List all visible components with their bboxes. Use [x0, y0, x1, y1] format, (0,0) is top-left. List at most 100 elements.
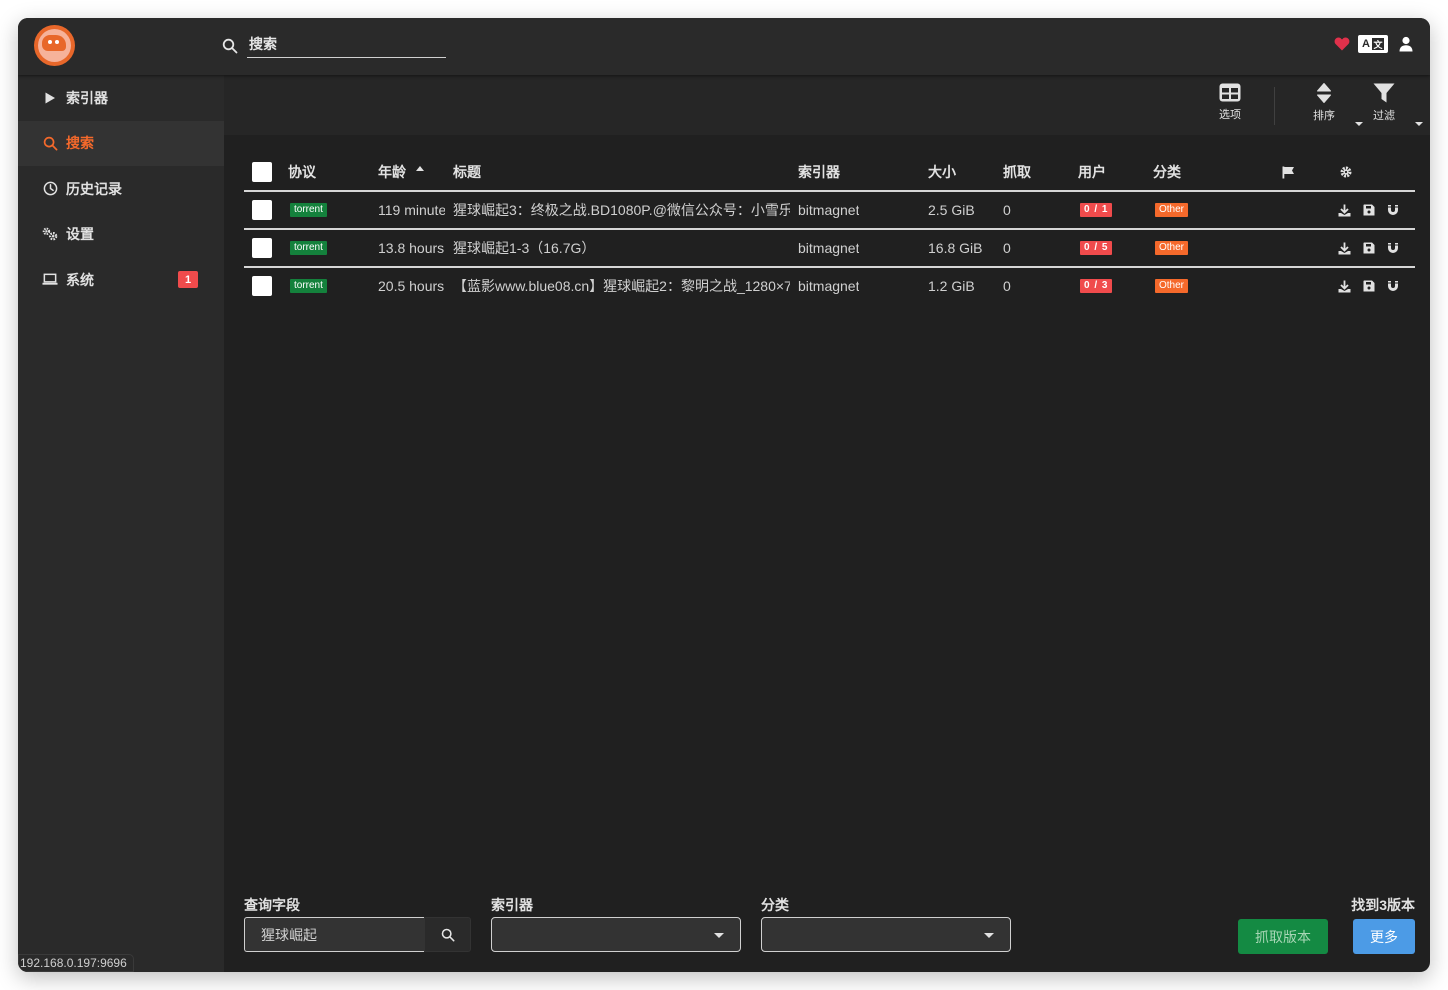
protocol-badge: torrent — [290, 203, 327, 217]
peers-badge: 0 / 1 — [1080, 203, 1113, 217]
save-icon[interactable] — [1363, 204, 1375, 216]
column-indexer[interactable]: 索引器 — [798, 154, 840, 190]
global-search-input[interactable]: 搜索 — [247, 34, 446, 58]
table-icon — [1219, 83, 1241, 102]
sidebar-item-label: 设置 — [66, 226, 94, 243]
gear-icon — [1340, 166, 1352, 178]
global-search: 搜索 — [222, 34, 446, 58]
table-options-button[interactable] — [1340, 154, 1352, 190]
clock-icon — [43, 181, 57, 196]
heart-icon[interactable] — [1334, 37, 1350, 51]
load-more-button[interactable]: 更多 — [1353, 919, 1415, 954]
grab-releases-button[interactable]: 抓取版本 — [1238, 919, 1328, 954]
releases-table: 协议 年龄 标题 索引器 大小 抓取 用户 分类 torrent 119 min… — [244, 154, 1415, 306]
filter-label: 过滤 — [1373, 110, 1395, 122]
sidebar-item-settings[interactable]: 设置 — [18, 212, 224, 258]
results-count: 找到3版本 — [1351, 897, 1415, 913]
indexer-filter-label: 索引器 — [491, 897, 533, 913]
sidebar-item-system[interactable]: 系统 1 — [18, 257, 224, 303]
sort-label: 排序 — [1313, 110, 1335, 122]
category-badge: Other — [1155, 203, 1189, 217]
save-icon[interactable] — [1363, 280, 1375, 292]
category-badge: Other — [1155, 241, 1189, 255]
column-grabs[interactable]: 抓取 — [1003, 154, 1031, 190]
size-cell: 2.5 GiB — [928, 202, 975, 218]
category-filter-label: 分类 — [761, 897, 789, 913]
column-size[interactable]: 大小 — [928, 154, 956, 190]
chevron-down-icon — [714, 933, 724, 938]
title-cell[interactable]: 猩球崛起3：终极之战.BD1080P.@微信公众号：小雪乐 — [453, 192, 790, 228]
filter-caret-icon — [1415, 122, 1423, 126]
grabs-cell: 0 — [1003, 202, 1011, 218]
tiger-logo-icon — [38, 29, 71, 62]
laptop-icon — [42, 273, 58, 285]
query-label: 查询字段 — [244, 897, 300, 913]
category-select[interactable] — [761, 917, 1011, 952]
size-cell: 1.2 GiB — [928, 278, 975, 294]
query-search-button[interactable] — [424, 917, 471, 952]
peers-badge: 0 / 5 — [1080, 241, 1113, 255]
row-checkbox[interactable] — [252, 238, 272, 258]
protocol-badge: torrent — [290, 279, 327, 293]
download-icon[interactable] — [1338, 204, 1351, 217]
grabs-cell: 0 — [1003, 240, 1011, 256]
column-category[interactable]: 分类 — [1153, 154, 1181, 190]
flag-icon — [1282, 166, 1294, 178]
magnet-icon[interactable] — [1387, 242, 1399, 254]
select-all-checkbox[interactable] — [252, 162, 272, 182]
options-button[interactable]: 选项 — [1206, 83, 1254, 127]
search-icon — [441, 928, 454, 941]
system-health-badge: 1 — [178, 271, 198, 288]
translate-latin-glyph: A — [1362, 38, 1370, 50]
sidebar-item-indexers[interactable]: 索引器 — [18, 75, 224, 121]
sidebar-item-history[interactable]: 历史记录 — [18, 166, 224, 212]
row-checkbox[interactable] — [252, 200, 272, 220]
peers-badge: 0 / 3 — [1080, 279, 1113, 293]
user-icon[interactable] — [1398, 36, 1414, 52]
age-cell: 13.8 hours — [378, 240, 445, 256]
column-peers[interactable]: 用户 — [1078, 154, 1106, 190]
filter-button[interactable]: 过滤 — [1360, 83, 1408, 127]
magnet-icon[interactable] — [1387, 280, 1399, 292]
status-url: 192.168.0.197:9696 — [18, 954, 134, 972]
app-window: 搜索 A 文 索引器 搜索 历史记录 设置 系统 1 选项 排序 过滤 协议 年… — [18, 18, 1430, 972]
top-header: 搜索 A 文 — [18, 18, 1430, 75]
indexer-cell: bitmagnet — [798, 278, 860, 294]
sort-icon — [1317, 83, 1331, 103]
sort-button[interactable]: 排序 — [1300, 83, 1348, 127]
column-indexer-flags[interactable] — [1282, 154, 1295, 190]
table-row: torrent 20.5 hours 【蓝影www.blue08.cn】猩球崛起… — [244, 268, 1415, 306]
indexer-cell: bitmagnet — [798, 240, 860, 256]
table-header-row: 协议 年龄 标题 索引器 大小 抓取 用户 分类 — [244, 154, 1415, 192]
title-cell[interactable]: 猩球崛起1-3（16.7G） — [453, 230, 790, 266]
toolbar-divider — [1274, 87, 1275, 125]
play-icon — [45, 92, 55, 104]
table-row: torrent 119 minutes 猩球崛起3：终极之战.BD1080P.@… — [244, 192, 1415, 230]
save-icon[interactable] — [1363, 242, 1375, 254]
filter-icon — [1373, 83, 1395, 103]
size-cell: 16.8 GiB — [928, 240, 983, 256]
sidebar-item-label: 索引器 — [66, 89, 108, 106]
search-icon — [43, 136, 57, 151]
sidebar-item-label: 历史记录 — [66, 180, 122, 197]
column-protocol[interactable]: 协议 — [288, 154, 316, 190]
gears-icon — [42, 227, 58, 241]
query-input[interactable]: 猩球崛起 — [244, 917, 424, 952]
category-badge: Other — [1155, 279, 1189, 293]
search-icon — [222, 38, 238, 54]
download-icon[interactable] — [1338, 280, 1351, 293]
sidebar-item-label: 搜索 — [66, 135, 94, 152]
sort-ascending-icon — [416, 165, 424, 171]
column-title[interactable]: 标题 — [453, 154, 481, 190]
column-age[interactable]: 年龄 — [378, 154, 424, 190]
translate-icon[interactable]: A 文 — [1358, 35, 1388, 53]
app-logo[interactable] — [34, 25, 75, 66]
sidebar-item-search[interactable]: 搜索 — [18, 120, 224, 166]
sidebar: 索引器 搜索 历史记录 设置 系统 1 — [18, 75, 224, 972]
magnet-icon[interactable] — [1387, 204, 1399, 216]
title-cell[interactable]: 【蓝影www.blue08.cn】猩球崛起2：黎明之战_1280×7 — [453, 268, 790, 304]
download-icon[interactable] — [1338, 242, 1351, 255]
indexer-select[interactable] — [491, 917, 741, 952]
grabs-cell: 0 — [1003, 278, 1011, 294]
row-checkbox[interactable] — [252, 276, 272, 296]
